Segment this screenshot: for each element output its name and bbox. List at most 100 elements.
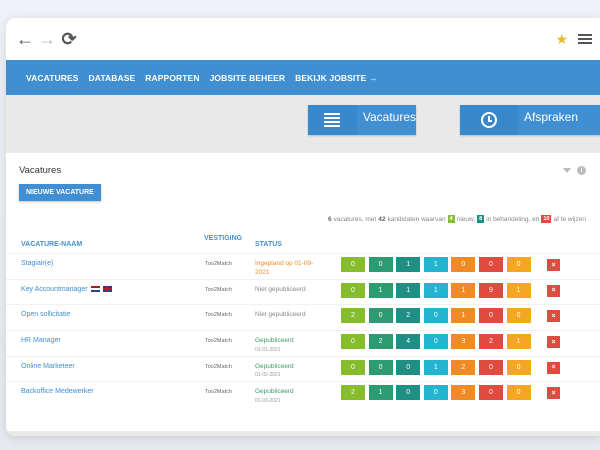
vacancy-name-link[interactable]: Backoffice Medewerker bbox=[21, 388, 94, 395]
table-row[interactable]: Open sollicitatie Too2Match Niet gepublice… bbox=[6, 304, 600, 330]
pipeline-count-badge[interactable]: 0 bbox=[478, 359, 503, 375]
afspraken-quick-button[interactable]: Afspraken bbox=[460, 105, 600, 135]
reload-icon[interactable]: ⟳ bbox=[58, 28, 80, 50]
pipeline-count-badge[interactable]: 0 bbox=[396, 359, 421, 375]
pipeline-count-badge[interactable]: 0 bbox=[341, 359, 365, 375]
pipeline-count-badge[interactable]: 0 bbox=[423, 308, 448, 324]
pipeline-count-badge[interactable]: 0 bbox=[506, 385, 531, 401]
pipeline-count-badge[interactable]: 1 bbox=[396, 282, 421, 298]
delete-icon[interactable]: × bbox=[547, 310, 560, 323]
pipeline-count-badge[interactable]: 2 bbox=[396, 308, 421, 324]
pipeline-count-badge[interactable]: 0 bbox=[368, 308, 393, 324]
summary-text-1: vacatures, met bbox=[333, 215, 377, 223]
pipeline-count-badge[interactable]: 2 bbox=[341, 385, 365, 401]
info-icon[interactable]: i bbox=[577, 166, 586, 175]
pipeline-count-badge[interactable]: 2 bbox=[451, 359, 476, 375]
status-date: 01-02-2021 bbox=[255, 372, 281, 379]
pipeline-count-badge[interactable]: 0 bbox=[478, 385, 503, 401]
pipeline-counts: 0111191 bbox=[341, 282, 531, 298]
pipeline-count-badge[interactable]: 0 bbox=[341, 334, 365, 350]
pipeline-count-badge[interactable]: 1 bbox=[423, 282, 448, 298]
pipeline-count-badge[interactable]: 1 bbox=[506, 282, 531, 298]
pipeline-count-badge[interactable]: 0 bbox=[341, 257, 365, 272]
delete-icon[interactable]: × bbox=[547, 387, 560, 400]
pipeline-count-badge[interactable]: 0 bbox=[478, 257, 503, 272]
pipeline-count-badge[interactable]: 0 bbox=[506, 257, 531, 272]
vacancy-name-link[interactable]: Open sollicitatie bbox=[21, 311, 70, 318]
dutch-flag-icon[interactable] bbox=[90, 286, 100, 293]
delete-icon[interactable]: × bbox=[547, 284, 560, 297]
vacancy-name: Backoffice Medewerker bbox=[21, 388, 94, 396]
pipeline-count-badge[interactable]: 1 bbox=[423, 359, 448, 375]
vacancy-name: Online Marketeer bbox=[21, 362, 75, 370]
vacancy-name: Open sollicitatie bbox=[21, 311, 71, 319]
summary-text-2: kandidaten waarvan bbox=[387, 215, 446, 223]
table-row[interactable]: Key Accountmanager Too2Match Niet gepublic… bbox=[6, 278, 600, 305]
vacancy-location: Too2Match bbox=[205, 389, 232, 396]
pipeline-count-badge[interactable]: 0 bbox=[396, 385, 421, 401]
delete-icon[interactable]: × bbox=[547, 336, 560, 349]
pipeline-count-badge[interactable]: 2 bbox=[368, 334, 393, 350]
delete-icon[interactable]: × bbox=[547, 259, 560, 271]
header-status[interactable]: STATUS bbox=[255, 241, 282, 248]
pipeline-count-badge[interactable]: 1 bbox=[396, 257, 421, 272]
pipeline-count-badge[interactable]: 3 bbox=[451, 385, 476, 401]
header-vacancy-name[interactable]: VACATURE-NAAM bbox=[21, 241, 82, 248]
vacancy-status: Gepubliceerd 01-02-2021 bbox=[255, 363, 327, 380]
star-icon[interactable]: ★ bbox=[555, 31, 568, 48]
pipeline-count-badge[interactable]: 3 bbox=[451, 334, 476, 350]
vacancy-status: Ingepland op 01-09-2021 bbox=[255, 260, 327, 277]
status-text: Gepubliceerd bbox=[255, 388, 294, 396]
british-flag-icon[interactable] bbox=[102, 286, 112, 293]
delete-icon[interactable]: × bbox=[547, 361, 560, 374]
pipeline-count-badge[interactable]: 1 bbox=[368, 282, 393, 298]
hamburger-icon[interactable] bbox=[578, 34, 592, 44]
status-date: 01-01-2021 bbox=[255, 346, 281, 353]
table-row[interactable]: Stagiair(e) Too2Match Ingepland op 01-09-2… bbox=[6, 253, 600, 279]
pipeline-count-badge[interactable]: 1 bbox=[451, 308, 476, 324]
table-row[interactable]: Backoffice Medewerker Too2Match Gepublicee… bbox=[6, 381, 600, 407]
nav-bekijk-jobsite[interactable]: BEKIJK JOBSITE → bbox=[295, 73, 377, 83]
pipeline-count-badge[interactable]: 0 bbox=[423, 385, 448, 401]
new-vacancy-button[interactable]: NIEUWE VACATURE bbox=[19, 184, 101, 201]
vacancy-name-link[interactable]: HR Manager bbox=[21, 337, 61, 344]
header-location[interactable]: VESTIGING bbox=[204, 235, 242, 242]
pipeline-count-badge[interactable]: 0 bbox=[506, 308, 531, 324]
pipeline-count-badge[interactable]: 0 bbox=[478, 308, 503, 324]
nav-database[interactable]: DATABASE bbox=[89, 73, 136, 83]
summary-text-5: af te wijzen bbox=[553, 215, 586, 223]
pipeline-count-badge[interactable]: 1 bbox=[451, 282, 476, 298]
summary-new-badge: 4 bbox=[447, 215, 455, 223]
vacancy-name-link[interactable]: Key Accountmanager bbox=[21, 286, 112, 293]
nav-jobsite-beheer[interactable]: JOBSITE BEHEER bbox=[210, 73, 286, 83]
status-text: Gepubliceerd bbox=[255, 337, 294, 345]
pipeline-count-badge[interactable]: 2 bbox=[341, 308, 365, 324]
pipeline-count-badge[interactable]: 0 bbox=[341, 282, 365, 298]
vacatures-quick-button[interactable]: Vacatures bbox=[308, 105, 416, 135]
vacancy-name-link[interactable]: Online Marketeer bbox=[21, 363, 75, 370]
nav-rapporten[interactable]: RAPPORTEN bbox=[145, 73, 199, 83]
pipeline-count-badge[interactable]: 0 bbox=[368, 257, 393, 272]
pipeline-count-badge[interactable]: 2 bbox=[478, 334, 503, 350]
pipeline-count-badge[interactable]: 9 bbox=[478, 282, 503, 298]
pipeline-count-badge[interactable]: 0 bbox=[423, 334, 448, 350]
address-bar[interactable] bbox=[88, 26, 548, 52]
card-tools: i bbox=[563, 166, 586, 175]
table-row[interactable]: HR Manager Too2Match Gepubliceerd 01-01-202… bbox=[6, 330, 600, 356]
pipeline-count-badge[interactable]: 0 bbox=[368, 359, 393, 375]
pipeline-count-badge[interactable]: 0 bbox=[506, 359, 531, 375]
arrow-right-icon[interactable]: → bbox=[36, 28, 58, 50]
pipeline-count-badge[interactable]: 0 bbox=[451, 257, 476, 272]
pipeline-count-badge[interactable]: 1 bbox=[506, 334, 531, 350]
summary-reject-badge: 10 bbox=[541, 215, 552, 223]
nav-vacatures[interactable]: VACATURES bbox=[26, 73, 79, 83]
pipeline-count-badge[interactable]: 1 bbox=[368, 385, 393, 401]
filter-icon[interactable] bbox=[563, 168, 571, 173]
status-text: Ingepland op 01-09-2021 bbox=[255, 260, 314, 276]
pipeline-count-badge[interactable]: 4 bbox=[396, 334, 421, 350]
pipeline-counts: 0001200 bbox=[341, 359, 531, 375]
vacancy-name-link[interactable]: Stagiair(e) bbox=[21, 260, 53, 267]
pipeline-count-badge[interactable]: 1 bbox=[423, 257, 448, 272]
arrow-left-icon[interactable]: ← bbox=[14, 28, 36, 50]
table-row[interactable]: Online Marketeer Too2Match Gepubliceerd 01-… bbox=[6, 355, 600, 382]
